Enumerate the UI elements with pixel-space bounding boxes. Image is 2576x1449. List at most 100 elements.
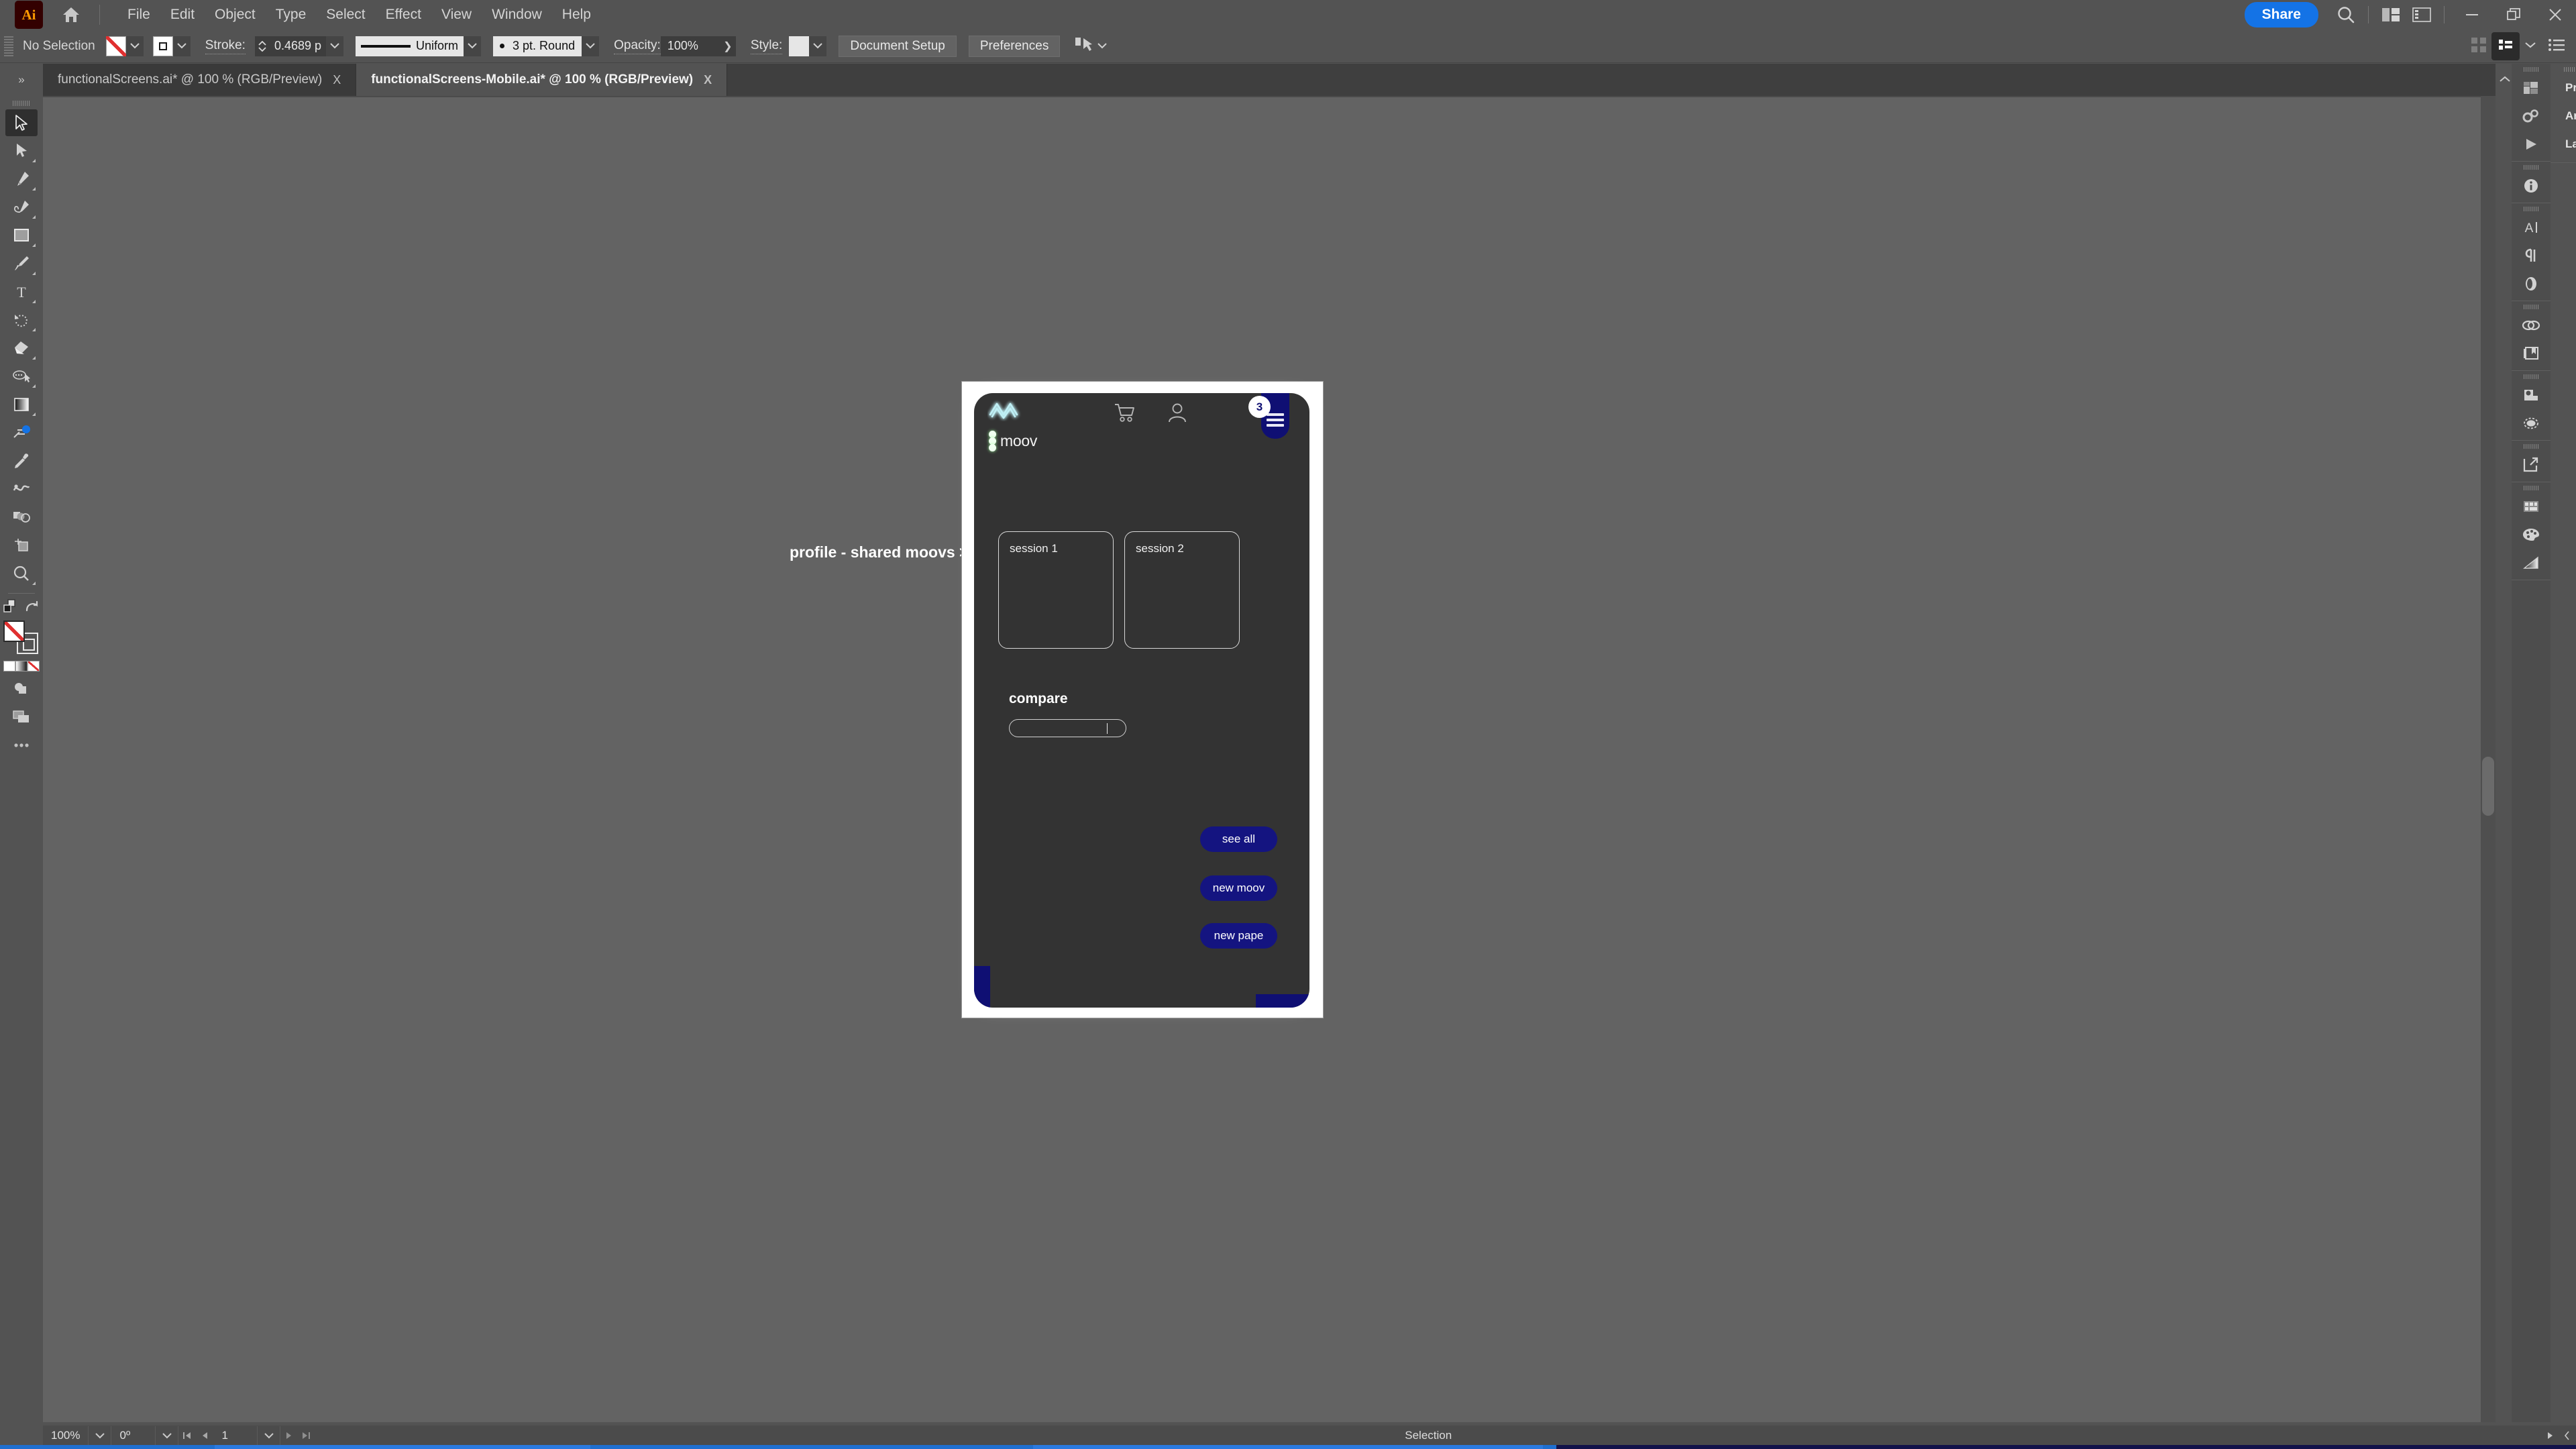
- arrange-workspace-icon[interactable]: [2491, 32, 2520, 60]
- pen-tool[interactable]: [5, 166, 38, 193]
- character-icon[interactable]: A: [2516, 213, 2546, 241]
- reset-fill-stroke-icon[interactable]: [24, 598, 40, 618]
- rotation-input[interactable]: 0º: [111, 1426, 156, 1445]
- vertical-scroll-thumb[interactable]: [2482, 757, 2494, 816]
- curvature-tool[interactable]: [5, 194, 38, 221]
- menu-item-window[interactable]: Window: [482, 3, 552, 27]
- document-setup-button[interactable]: Document Setup: [839, 35, 957, 57]
- menu-item-object[interactable]: Object: [205, 3, 266, 27]
- canvas-vertical-scrollbar[interactable]: [2481, 96, 2496, 1422]
- list-view-icon[interactable]: [2548, 38, 2565, 56]
- home-icon[interactable]: [56, 0, 86, 30]
- opentype-icon[interactable]: [2516, 270, 2546, 298]
- brush-definition-select[interactable]: 3 pt. Round: [493, 36, 582, 56]
- dock-group-grip[interactable]: [2524, 66, 2538, 72]
- type-tool[interactable]: T: [5, 278, 38, 305]
- image-trace-icon[interactable]: [2516, 381, 2546, 409]
- menu-item-help[interactable]: Help: [552, 3, 601, 27]
- dock-group-grip[interactable]: [2524, 304, 2538, 310]
- snap-options-dropdown[interactable]: [1093, 36, 1111, 56]
- arrange-documents-icon[interactable]: [2375, 0, 2406, 30]
- zoom-level-input[interactable]: 100%: [43, 1426, 89, 1445]
- tab-close-icon[interactable]: X: [704, 73, 712, 87]
- gradient-tool[interactable]: [5, 391, 38, 418]
- dock-group-grip[interactable]: [2524, 485, 2538, 491]
- rotate-tool[interactable]: [5, 307, 38, 333]
- dock-group-grip[interactable]: [2524, 374, 2538, 380]
- dock-group-grip[interactable]: [2524, 443, 2538, 449]
- see-all-button[interactable]: see all: [1200, 826, 1277, 852]
- actions-icon[interactable]: [2516, 102, 2546, 130]
- cart-icon[interactable]: [1114, 402, 1136, 426]
- session-card[interactable]: session 1: [998, 531, 1114, 649]
- stroke-swatch-dropdown[interactable]: [172, 36, 191, 56]
- artboard-number-input[interactable]: 1: [213, 1426, 258, 1445]
- search-icon[interactable]: [2330, 0, 2361, 30]
- links-icon[interactable]: [2516, 311, 2546, 339]
- fill-swatch-button[interactable]: [105, 36, 126, 56]
- preferences-button[interactable]: Preferences: [968, 35, 1061, 57]
- panel-item-layers[interactable]: Layers: [2551, 130, 2576, 158]
- brush-definition-dropdown[interactable]: [582, 36, 600, 56]
- selection-tool[interactable]: [5, 109, 38, 136]
- window-minimize-button[interactable]: [2451, 0, 2493, 30]
- window-restore-button[interactable]: [2493, 0, 2534, 30]
- snap-to-glyph-icon[interactable]: [1075, 36, 1093, 56]
- direct-selection-tool[interactable]: [5, 138, 38, 164]
- screen-mode-icon[interactable]: [5, 704, 38, 731]
- tab-overflow-chevrons[interactable]: »: [0, 64, 43, 96]
- swatches-icon[interactable]: [2516, 492, 2546, 521]
- opacity-expand-button[interactable]: ❯: [719, 36, 736, 56]
- stroke-weight-dropdown[interactable]: [326, 36, 344, 56]
- color-mode-swatch-icon[interactable]: [3, 661, 15, 672]
- status-menu-button[interactable]: [2541, 1426, 2559, 1445]
- stroke-profile-dropdown[interactable]: [464, 36, 482, 56]
- menu-item-edit[interactable]: Edit: [160, 3, 205, 27]
- color-icon[interactable]: [2516, 521, 2546, 549]
- artboard[interactable]: 3 moov session 1 session 2 compare see a…: [961, 381, 1324, 1018]
- edit-toolbar-icon[interactable]: [5, 732, 38, 759]
- gradient-mode-icon[interactable]: [15, 661, 28, 672]
- window-close-button[interactable]: [2534, 0, 2576, 30]
- graphic-style-swatch[interactable]: [789, 36, 810, 56]
- menu-item-type[interactable]: Type: [266, 3, 317, 27]
- menu-item-select[interactable]: Select: [316, 3, 375, 27]
- info-icon[interactable]: [2516, 172, 2546, 200]
- stroke-weight-stepper[interactable]: [254, 36, 270, 56]
- opacity-input[interactable]: 100%: [660, 36, 720, 56]
- blend-tool[interactable]: [5, 476, 38, 502]
- fill-swatch-dropdown[interactable]: [125, 36, 144, 56]
- zoom-tool[interactable]: [5, 560, 38, 587]
- stroke-weight-input[interactable]: 0.4689 p: [269, 36, 327, 56]
- tab-close-icon[interactable]: X: [333, 73, 341, 87]
- last-artboard-button[interactable]: [298, 1426, 315, 1445]
- shaper-tool[interactable]: [5, 504, 38, 531]
- control-bar-grip[interactable]: [4, 34, 13, 58]
- eyedropper-tool[interactable]: [5, 447, 38, 474]
- fill-swatch-large[interactable]: [3, 621, 25, 642]
- play-icon[interactable]: [2516, 130, 2546, 158]
- menu-item-view[interactable]: View: [431, 3, 482, 27]
- tools-panel-grip[interactable]: [13, 100, 30, 107]
- none-mode-icon[interactable]: [28, 661, 40, 672]
- menu-item-file[interactable]: File: [117, 3, 160, 27]
- color-mode-row[interactable]: [3, 661, 40, 672]
- paintbrush-tool[interactable]: [5, 250, 38, 277]
- first-artboard-button[interactable]: [178, 1426, 196, 1445]
- zoom-level-dropdown[interactable]: [89, 1426, 112, 1445]
- rectangle-tool[interactable]: [5, 222, 38, 249]
- panel-item-properties[interactable]: Properties: [2551, 74, 2576, 102]
- new-moov-button[interactable]: new moov: [1200, 875, 1277, 901]
- artboard-tool[interactable]: [5, 532, 38, 559]
- status-collapse-button[interactable]: [2559, 1426, 2576, 1445]
- panel-item-artboards[interactable]: Artboards: [2551, 102, 2576, 130]
- dock-group-grip[interactable]: [2524, 206, 2538, 212]
- stroke-swatch-button[interactable]: [152, 36, 173, 56]
- mobile-mockup[interactable]: 3 moov session 1 session 2 compare see a…: [974, 393, 1309, 1008]
- asset-export-icon[interactable]: [2516, 339, 2546, 368]
- swap-fill-stroke-icon[interactable]: [3, 598, 19, 618]
- session-card[interactable]: session 2: [1124, 531, 1240, 649]
- compare-input[interactable]: [1009, 719, 1126, 737]
- gradient-icon[interactable]: [2516, 549, 2546, 577]
- drawing-mode-icon[interactable]: [5, 676, 38, 702]
